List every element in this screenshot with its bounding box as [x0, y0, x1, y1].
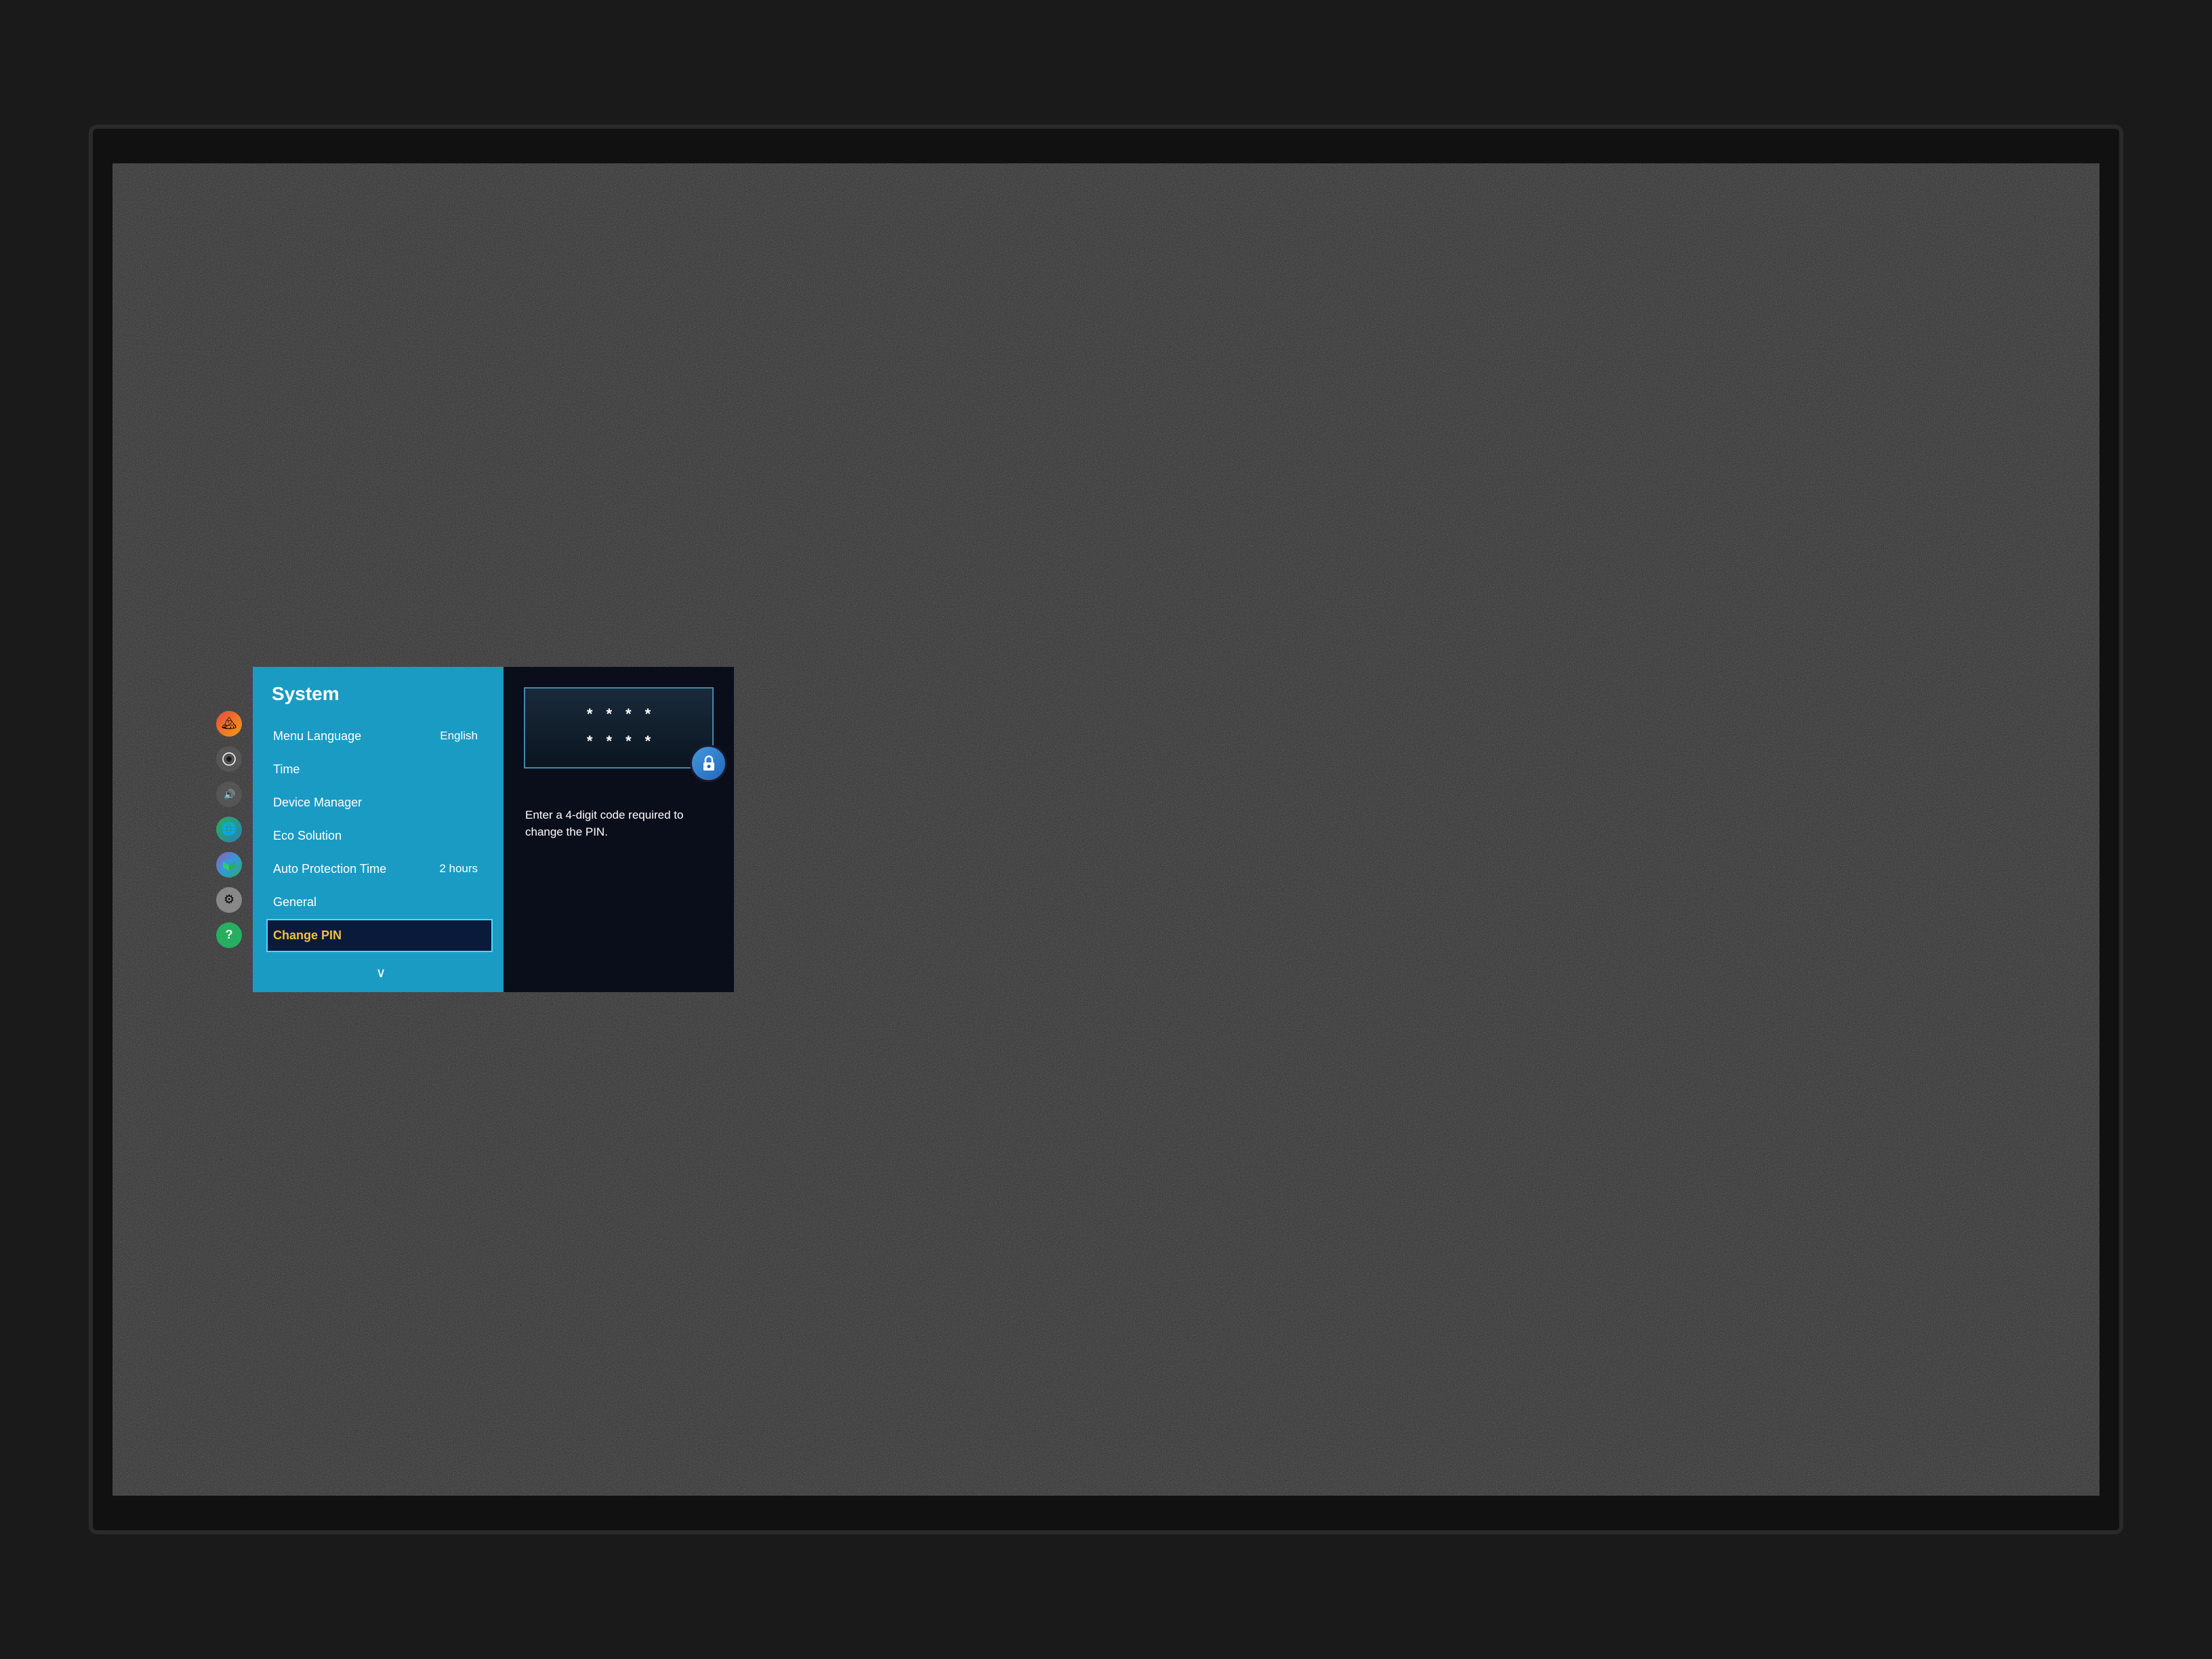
- menu-item-general[interactable]: General: [272, 886, 504, 919]
- pin-panel: * * * * * * * *: [504, 667, 734, 992]
- pin-star-1-3: *: [626, 705, 632, 723]
- menu-auto-protection-value: 2 hours: [439, 862, 478, 876]
- menu-device-manager-label: Device Manager: [273, 796, 362, 810]
- svg-text:🔊: 🔊: [224, 788, 235, 800]
- sidebar-icon-globe[interactable]: 🌐: [216, 817, 242, 842]
- help-icon-label: ?: [226, 928, 233, 942]
- menu-item-change-pin[interactable]: Change PIN: [266, 919, 493, 952]
- menu-general-label: General: [273, 895, 316, 909]
- menu-item-device-manager[interactable]: Device Manager: [272, 786, 504, 819]
- pin-row-2: * * * *: [587, 733, 651, 750]
- sidebar-icon-photo[interactable]: 🏔: [216, 711, 242, 737]
- sidebar-icon-help[interactable]: ?: [216, 922, 242, 948]
- sidebar-icon-camera[interactable]: [216, 746, 242, 772]
- pin-star-2-3: *: [626, 733, 632, 750]
- sidebar: 🏔 🔊 🌐: [212, 704, 246, 955]
- sidebar-icon-settings[interactable]: ⚙: [216, 887, 242, 913]
- menu-change-pin-label: Change PIN: [273, 928, 342, 943]
- menu-item-language[interactable]: Menu Language English: [272, 720, 504, 753]
- pin-star-1-2: *: [606, 705, 612, 723]
- menu-items-list: Menu Language English Time Device Manage…: [272, 720, 504, 959]
- tv-screen: 🏔 🔊 🌐: [112, 163, 2099, 1495]
- menu-eco-solution-label: Eco Solution: [273, 829, 342, 843]
- pin-star-1-1: *: [587, 705, 593, 723]
- lock-icon: [690, 745, 727, 782]
- pin-instruction: Enter a 4-digit code required to change …: [520, 806, 718, 841]
- menu-item-auto-protection[interactable]: Auto Protection Time 2 hours: [272, 853, 504, 886]
- scroll-down-indicator[interactable]: ∨: [272, 964, 504, 981]
- system-menu: System Menu Language English Time Device…: [253, 667, 504, 992]
- sidebar-icon-cube[interactable]: [216, 852, 242, 878]
- menu-auto-protection-label: Auto Protection Time: [273, 862, 386, 876]
- menu-language-value: English: [440, 729, 478, 743]
- menu-title: System: [272, 683, 504, 705]
- pin-star-2-1: *: [587, 733, 593, 750]
- pin-row-1: * * * *: [587, 705, 651, 723]
- pin-star-2-2: *: [606, 733, 612, 750]
- tv-frame: 🏔 🔊 🌐: [89, 125, 2124, 1535]
- menu-language-label: Menu Language: [273, 729, 361, 743]
- pin-star-2-4: *: [645, 733, 651, 750]
- menu-time-label: Time: [273, 762, 300, 777]
- ui-overlay: 🏔 🔊 🌐: [112, 163, 2099, 1495]
- menu-item-time[interactable]: Time: [272, 753, 504, 786]
- menu-item-eco-solution[interactable]: Eco Solution: [272, 819, 504, 853]
- pin-display-box: * * * * * * * *: [524, 687, 714, 769]
- sidebar-icon-volume[interactable]: 🔊: [216, 781, 242, 807]
- pin-star-1-4: *: [645, 705, 651, 723]
